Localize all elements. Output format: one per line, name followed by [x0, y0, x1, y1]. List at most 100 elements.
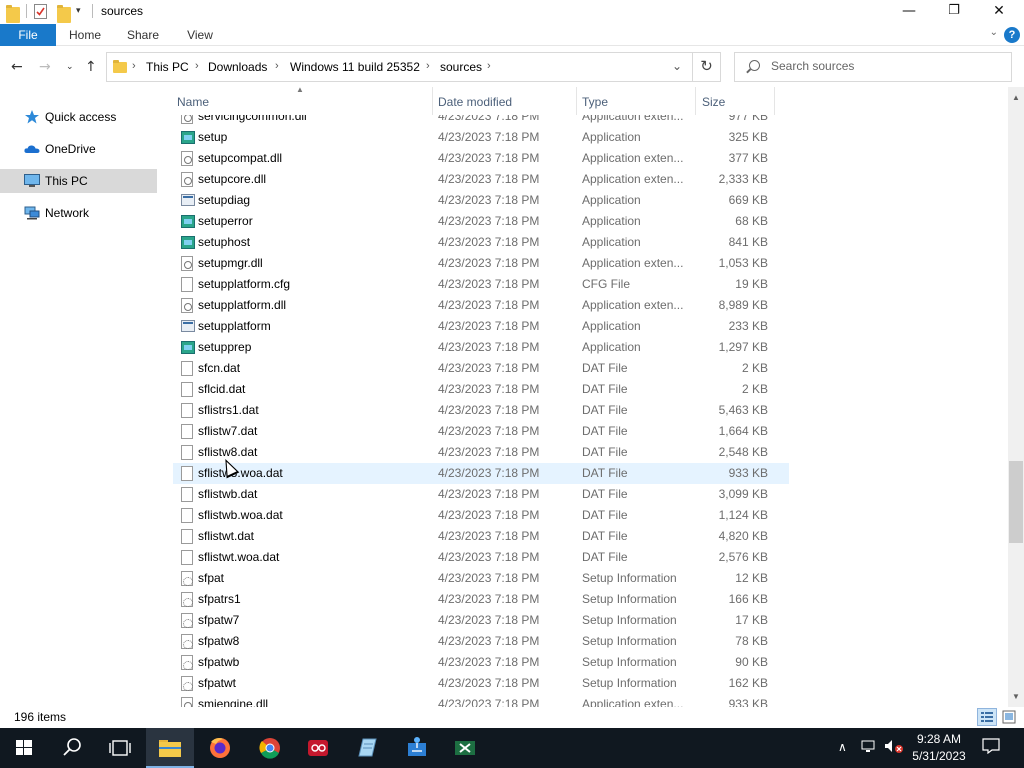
scroll-up-icon[interactable]: ▲ — [1008, 90, 1024, 106]
nav-item-this-pc[interactable]: This PC — [0, 169, 157, 193]
nav-item-network[interactable]: Network — [0, 201, 157, 225]
file-row[interactable]: sfpatrs1 4/23/2023 7:18 PM Setup Informati… — [173, 589, 789, 610]
scroll-down-icon[interactable]: ▼ — [1008, 689, 1024, 705]
file-row[interactable]: setupmgr.dll 4/23/2023 7:18 PM Application… — [173, 253, 789, 274]
tab-share[interactable]: Share — [121, 24, 165, 46]
file-row[interactable]: sfcn.dat 4/23/2023 7:18 PM DAT File 2 KB — [173, 358, 789, 379]
file-row[interactable]: smiengine.dll 4/23/2023 7:18 PM Applicatio… — [173, 694, 789, 707]
column-header-name[interactable]: Name — [177, 95, 209, 109]
new-folder-icon[interactable] — [57, 5, 71, 23]
tab-view[interactable]: View — [178, 24, 222, 46]
up-button[interactable]: ↑ — [85, 59, 97, 75]
file-row[interactable]: sflistwb.dat 4/23/2023 7:18 PM DAT File 3,0… — [173, 484, 789, 505]
taskbar-search-button[interactable] — [48, 728, 96, 768]
properties-icon[interactable] — [34, 4, 47, 19]
file-row[interactable]: setupprep 4/23/2023 7:18 PM Application 1,2… — [173, 337, 789, 358]
breadcrumb-separator[interactable]: › — [275, 60, 279, 72]
file-row[interactable]: setuphost 4/23/2023 7:18 PM Application 841… — [173, 232, 789, 253]
breadcrumb-windows-build[interactable]: Windows 11 build 25352 — [290, 60, 420, 74]
file-date-modified: 4/23/2023 7:18 PM — [438, 382, 540, 396]
file-row[interactable]: setupdiag 4/23/2023 7:18 PM Application 669… — [173, 190, 789, 211]
file-row[interactable]: sfpatwt 4/23/2023 7:18 PM Setup Informatio… — [173, 673, 789, 694]
taskbar-firefox[interactable] — [196, 728, 244, 768]
file-row[interactable]: setuperror 4/23/2023 7:18 PM Application 68… — [173, 211, 789, 232]
taskbar-excel[interactable] — [441, 728, 489, 768]
file-row[interactable]: sflistw7.dat 4/23/2023 7:18 PM DAT File 1,6… — [173, 421, 789, 442]
vertical-scrollbar[interactable]: ▲ ▼ — [1008, 87, 1024, 707]
breadcrumb-sources[interactable]: sources — [440, 60, 482, 74]
column-divider[interactable] — [576, 87, 577, 115]
task-view-button[interactable] — [96, 728, 144, 768]
file-row[interactable]: sflistwt.dat 4/23/2023 7:18 PM DAT File 4,8… — [173, 526, 789, 547]
help-icon[interactable]: ? — [1004, 27, 1020, 43]
show-hidden-icons-icon[interactable]: ∧ — [838, 740, 847, 754]
column-header-date[interactable]: Date modified — [438, 95, 512, 109]
taskbar-network-app[interactable] — [393, 728, 441, 768]
address-bar[interactable]: › This PC › Downloads › Windows 11 build… — [106, 52, 693, 82]
breadcrumb-separator[interactable]: › — [487, 60, 491, 72]
file-name: setupdiag — [198, 193, 251, 207]
file-row[interactable]: setupplatform.dll 4/23/2023 7:18 PM Applic… — [173, 295, 789, 316]
search-box[interactable] — [734, 52, 1012, 82]
file-row[interactable]: setupcompat.dll 4/23/2023 7:18 PM Applicat… — [173, 148, 789, 169]
volume-muted-icon[interactable] — [884, 738, 904, 758]
forward-button[interactable]: → — [39, 59, 51, 75]
taskbar-file-explorer[interactable] — [146, 728, 194, 768]
file-row[interactable]: setup 4/23/2023 7:18 PM Application 325 KB — [173, 127, 789, 148]
search-input[interactable] — [771, 59, 1001, 73]
file-row[interactable]: sflcid.dat 4/23/2023 7:18 PM DAT File 2 KB — [173, 379, 789, 400]
column-header-size[interactable]: Size — [702, 95, 725, 109]
column-divider[interactable] — [695, 87, 696, 115]
column-divider[interactable] — [774, 87, 775, 115]
large-icons-view-button[interactable] — [999, 708, 1019, 726]
file-row[interactable]: sflistrs1.dat 4/23/2023 7:18 PM DAT File 5,… — [173, 400, 789, 421]
notifications-icon[interactable] — [982, 738, 1000, 758]
address-row: ← → ⌄ ↑ › This PC › Downloads › Windows … — [0, 47, 1024, 87]
column-divider[interactable] — [432, 87, 433, 115]
breadcrumb-separator[interactable]: › — [195, 60, 199, 72]
nav-item-onedrive[interactable]: OneDrive — [0, 137, 157, 161]
file-row[interactable]: sflistw8.woa.dat 4/23/2023 7:18 PM DAT Fil… — [173, 463, 789, 484]
file-row[interactable]: sfpatwb 4/23/2023 7:18 PM Setup Informatio… — [173, 652, 789, 673]
nav-item-quick-access[interactable]: Quick access — [0, 105, 157, 129]
dll-file-icon — [181, 298, 193, 313]
network-status-icon[interactable] — [861, 738, 879, 758]
file-date-modified: 4/23/2023 7:18 PM — [438, 403, 540, 417]
clock-date[interactable]: 5/31/2023 — [910, 749, 968, 763]
address-history-icon[interactable]: ⌄ — [672, 59, 682, 73]
start-button[interactable] — [0, 728, 48, 768]
maximize-button[interactable]: ❐ — [931, 0, 977, 24]
close-button[interactable]: ✕ — [976, 0, 1022, 24]
recent-locations-button[interactable]: ⌄ — [66, 62, 74, 72]
customize-qat-icon[interactable]: ▾ — [76, 5, 81, 21]
file-row[interactable]: setupplatform 4/23/2023 7:18 PM Applicatio… — [173, 316, 789, 337]
taskbar-recorder[interactable] — [294, 728, 342, 768]
tab-home[interactable]: Home — [63, 24, 107, 46]
file-row[interactable]: setupcore.dll 4/23/2023 7:18 PM Applicatio… — [173, 169, 789, 190]
taskbar-notepad[interactable] — [343, 728, 391, 768]
file-row[interactable]: sflistw8.dat 4/23/2023 7:18 PM DAT File 2,5… — [173, 442, 789, 463]
file-row[interactable]: sflistwb.woa.dat 4/23/2023 7:18 PM DAT Fil… — [173, 505, 789, 526]
back-button[interactable]: ← — [11, 59, 23, 75]
breadcrumb-separator: › — [132, 60, 136, 72]
file-row[interactable]: sflistwt.woa.dat 4/23/2023 7:18 PM DAT Fil… — [173, 547, 789, 568]
breadcrumb-this-pc[interactable]: This PC — [146, 60, 189, 74]
file-row[interactable]: sfpatw7 4/23/2023 7:18 PM Setup Informatio… — [173, 610, 789, 631]
file-type: Application exten... — [582, 298, 684, 312]
taskbar-chrome[interactable] — [246, 728, 294, 768]
file-row[interactable]: setupplatform.cfg 4/23/2023 7:18 PM CFG Fi… — [173, 274, 789, 295]
breadcrumb-separator[interactable]: › — [426, 60, 430, 72]
file-row[interactable]: sfpat 4/23/2023 7:18 PM Setup Information 1… — [173, 568, 789, 589]
details-view-button[interactable] — [977, 708, 997, 726]
clock-time[interactable]: 9:28 AM — [914, 732, 964, 746]
minimize-button[interactable]: — — [886, 0, 932, 24]
refresh-button[interactable]: ↻ — [693, 52, 721, 82]
expand-ribbon-icon[interactable]: ⌄ — [990, 27, 998, 38]
file-size: 2 KB — [741, 382, 768, 396]
file-row[interactable]: sfpatw8 4/23/2023 7:18 PM Setup Informatio… — [173, 631, 789, 652]
tab-file[interactable]: File — [0, 24, 56, 46]
column-header-type[interactable]: Type — [582, 95, 608, 109]
file-type: Application exten... — [582, 151, 684, 165]
scrollbar-thumb[interactable] — [1009, 461, 1023, 543]
breadcrumb-downloads[interactable]: Downloads — [208, 60, 267, 74]
